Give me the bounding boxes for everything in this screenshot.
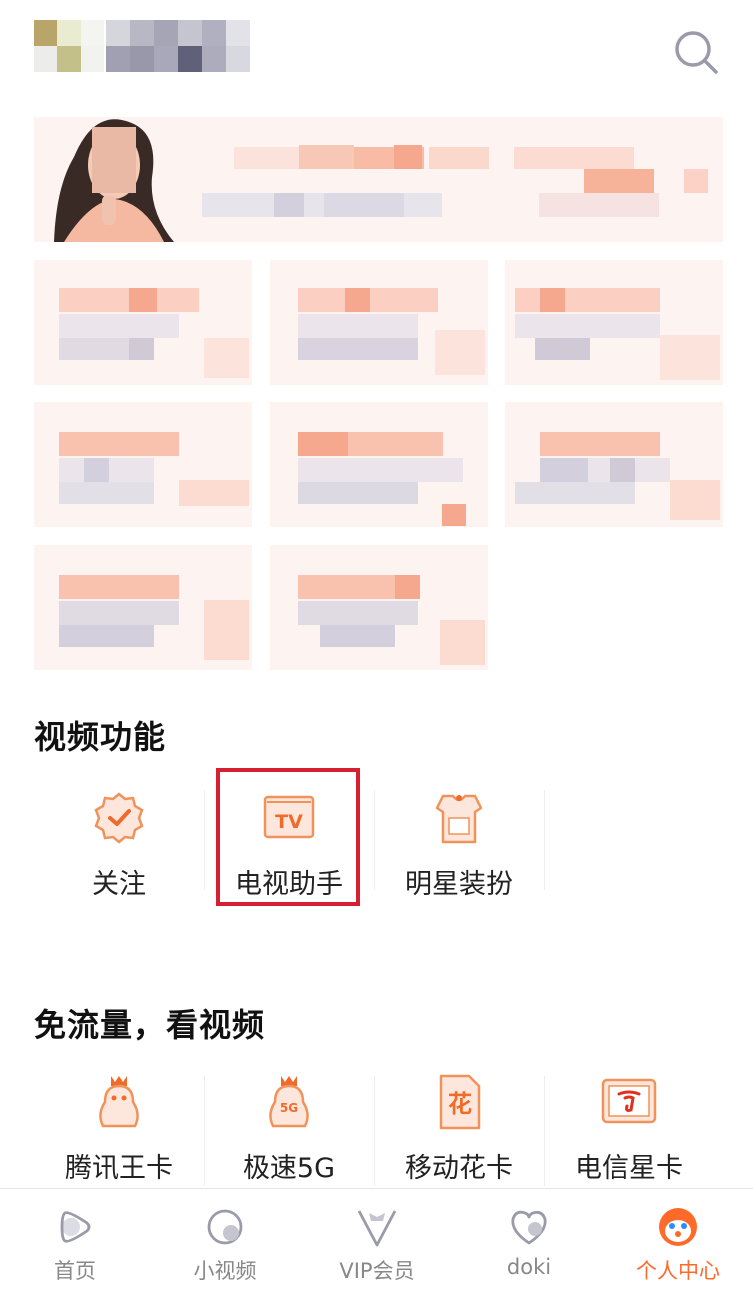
banner-portrait-image [34, 117, 174, 242]
tab-label: 个人中心 [636, 1259, 720, 1283]
content-card[interactable] [270, 402, 488, 527]
user-name [106, 20, 250, 72]
feature-star-outfit[interactable]: 明星装扮 [374, 788, 544, 901]
card-5g[interactable]: 5G 极速5G [204, 1072, 374, 1185]
tab-doki[interactable]: doki [454, 1189, 604, 1294]
divider [544, 790, 545, 890]
short-video-icon [207, 1209, 243, 1245]
tab-label: 小视频 [193, 1259, 257, 1283]
user-avatar[interactable] [34, 20, 104, 72]
feature-follow[interactable]: 关注 [34, 788, 204, 901]
tab-vip[interactable]: VIP会员 [302, 1189, 452, 1294]
card-label: 移动花卡 [405, 1153, 513, 1184]
content-card[interactable] [505, 402, 723, 527]
card-label: 电信星卡 [575, 1153, 683, 1184]
card-label: 腾讯王卡 [65, 1153, 173, 1184]
search-icon[interactable] [672, 28, 720, 76]
flower-card-icon: 花 [439, 1074, 481, 1130]
tab-label: 首页 [54, 1259, 96, 1283]
content-card[interactable] [34, 545, 252, 670]
tab-label: doki [506, 1255, 552, 1279]
svg-text:花: 花 [448, 1090, 472, 1118]
star-outfit-icon [435, 794, 483, 844]
vip-icon [357, 1210, 397, 1247]
bottom-tab-bar: 首页 小视频 VIP会员 doki 个人中心 [0, 1188, 753, 1294]
card-telecom-star[interactable]: 电信星卡 [544, 1072, 714, 1185]
doki-heart-icon [511, 1210, 547, 1245]
content-card[interactable] [34, 260, 252, 385]
penguin-crown-icon [99, 1076, 139, 1128]
content-card[interactable] [270, 545, 488, 670]
home-play-icon [60, 1211, 91, 1243]
card-tencent-king[interactable]: 腾讯王卡 [34, 1072, 204, 1185]
svg-text:5G: 5G [280, 1101, 298, 1115]
tab-short-video[interactable]: 小视频 [150, 1189, 300, 1294]
promo-banner[interactable] [34, 117, 723, 242]
penguin-5g-icon: 5G [269, 1076, 309, 1128]
section-title-free-data: 免流量，看视频 [34, 1006, 266, 1044]
tab-label: VIP会员 [339, 1259, 415, 1283]
feature-label: 明星装扮 [405, 869, 513, 900]
highlight-box [216, 768, 360, 906]
tab-profile[interactable]: 个人中心 [603, 1189, 753, 1294]
profile-mascot-icon [659, 1208, 697, 1246]
card-mobile-flower[interactable]: 花 移动花卡 [374, 1072, 544, 1185]
tab-home[interactable]: 首页 [0, 1189, 150, 1294]
content-card[interactable] [505, 260, 723, 385]
top-bar [0, 0, 753, 100]
telecom-card-icon [601, 1078, 657, 1124]
content-card[interactable] [270, 260, 488, 385]
card-label: 极速5G [242, 1153, 336, 1184]
content-card[interactable] [34, 402, 252, 527]
section-title-video-features: 视频功能 [34, 718, 167, 756]
follow-badge-icon [94, 792, 144, 844]
feature-label: 关注 [92, 869, 146, 900]
